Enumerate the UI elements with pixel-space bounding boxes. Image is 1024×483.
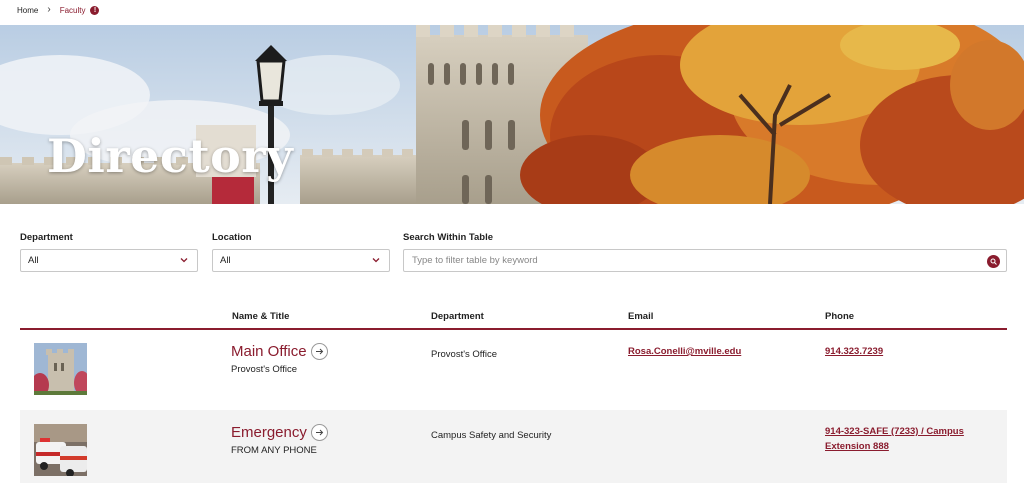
- column-header-phone[interactable]: Phone: [825, 311, 854, 322]
- breadcrumb: Home › Faculty !: [17, 4, 100, 16]
- row-name: Emergency: [231, 424, 307, 441]
- table-row: Emergency FROM ANY PHONE Campus Safety a…: [20, 410, 1007, 483]
- arrow-right-icon[interactable]: [310, 424, 328, 441]
- chevron-down-icon: [372, 258, 380, 263]
- department-filter-label: Department: [20, 232, 73, 243]
- department-select[interactable]: All: [20, 249, 198, 272]
- avatar: [34, 343, 87, 395]
- search-label: Search Within Table: [403, 232, 494, 243]
- breadcrumb-current: Faculty: [59, 5, 86, 15]
- location-filter-label: Location: [212, 232, 252, 243]
- phone-link[interactable]: 914.323.7239: [825, 346, 883, 357]
- column-header-email[interactable]: Email: [628, 311, 653, 322]
- row-title: Provost's Office: [231, 364, 298, 375]
- location-select[interactable]: All: [212, 249, 390, 272]
- info-icon[interactable]: !: [90, 5, 100, 15]
- arrow-right-icon[interactable]: [310, 343, 328, 360]
- column-header-name-title[interactable]: Name & Title: [232, 311, 289, 322]
- row-title: FROM ANY PHONE: [231, 445, 317, 456]
- search-button[interactable]: [987, 255, 1000, 268]
- search-placeholder: Type to filter table by keyword: [412, 255, 538, 266]
- column-header-department[interactable]: Department: [431, 311, 484, 322]
- hero-banner: Directory: [0, 25, 1024, 204]
- emergency-link[interactable]: Emergency: [231, 424, 328, 441]
- department-select-value: All: [28, 255, 39, 266]
- breadcrumb-separator-icon: ›: [47, 4, 51, 15]
- phone-link[interactable]: 914-323-SAFE (7233) / Campus: [825, 426, 964, 437]
- avatar: [34, 424, 87, 476]
- search-input[interactable]: Type to filter table by keyword: [403, 249, 1007, 272]
- phone-link-extension[interactable]: Extension 888: [825, 441, 889, 452]
- table-row: Main Office Provost's Office Provost's O…: [20, 330, 1007, 410]
- main-office-link[interactable]: Main Office: [231, 343, 328, 360]
- location-select-value: All: [220, 255, 231, 266]
- row-department: Provost's Office: [431, 349, 498, 360]
- email-link[interactable]: Rosa.Conelli@mville.edu: [628, 346, 741, 357]
- chevron-down-icon: [180, 258, 188, 263]
- breadcrumb-home-link[interactable]: Home: [17, 6, 38, 15]
- page-title: Directory: [47, 129, 294, 183]
- row-department: Campus Safety and Security: [431, 430, 552, 441]
- search-icon: [990, 258, 997, 265]
- row-name: Main Office: [231, 343, 307, 360]
